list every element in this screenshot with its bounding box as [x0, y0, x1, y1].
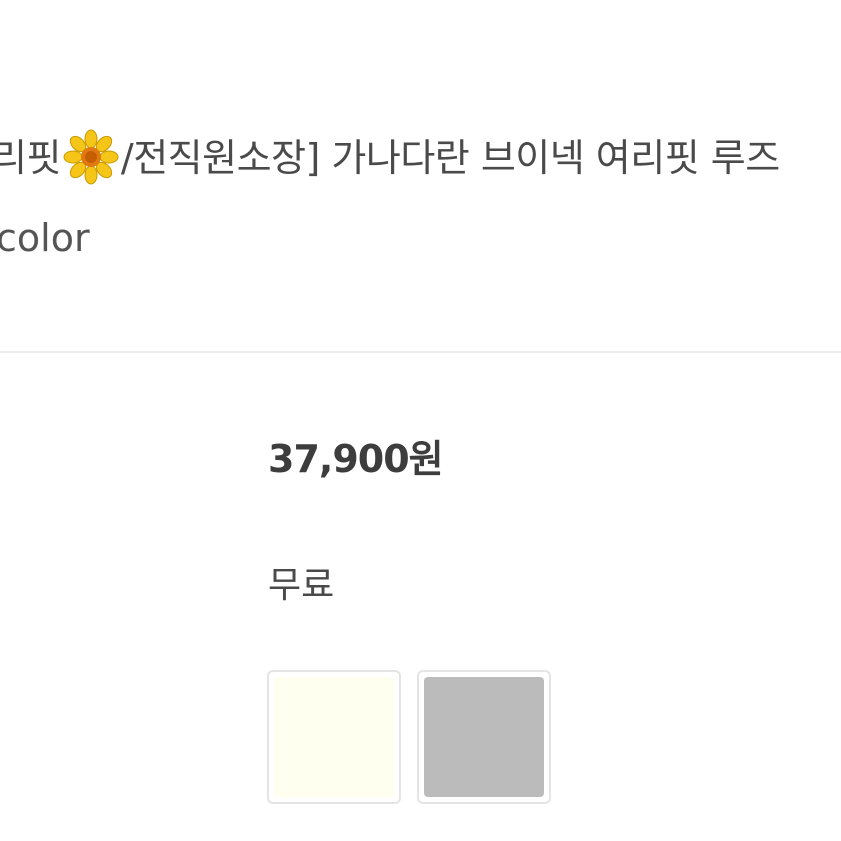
color-swatch-fill [424, 677, 544, 797]
product-page: 리핏 /전직원소장] 가나다란 브이넥 여리핏 루즈 color 37,900원… [0, 0, 841, 841]
divider [0, 351, 841, 353]
color-label: color [0, 216, 90, 260]
price: 37,900원 [268, 437, 444, 481]
color-swatch-gray[interactable] [417, 670, 551, 804]
color-swatch-fill [274, 677, 394, 797]
color-swatch-cream[interactable] [267, 670, 401, 804]
product-title-prefix: 리핏 [0, 136, 61, 180]
sunflower-icon [63, 129, 119, 184]
shipping-fee: 무료 [268, 565, 335, 606]
product-title: 리핏 /전직원소장] 가나다란 브이넥 여리핏 루즈 [0, 128, 841, 188]
product-title-suffix: /전직원소장] 가나다란 브이넥 여리핏 루즈 [120, 136, 780, 180]
